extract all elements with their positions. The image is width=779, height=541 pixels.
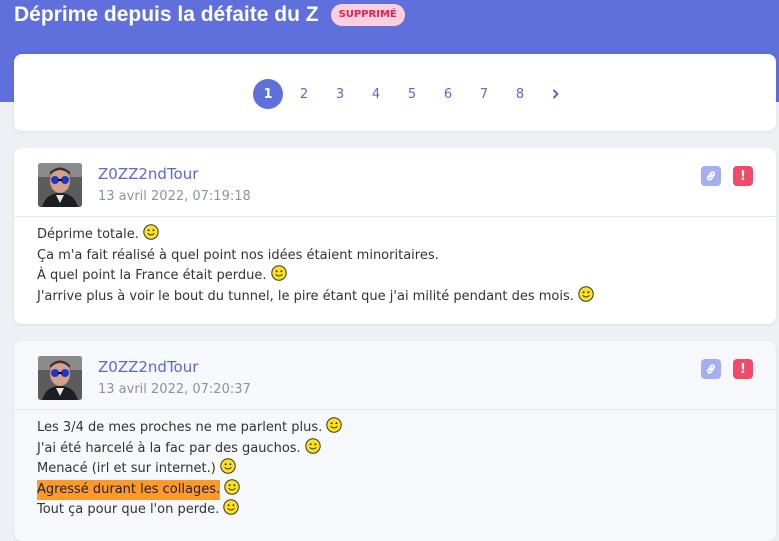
post-author[interactable]: Z0ZZ2ndTour — [98, 358, 198, 376]
post-line-text: Menacé (irl et sur internet.) — [37, 461, 216, 476]
avatar-image — [38, 356, 82, 400]
post-line: Tout ça pour que l'on perde. — [37, 499, 753, 521]
post-line-text-highlighted: Agressé durant les collages. — [37, 479, 221, 500]
page-button-3[interactable]: 3 — [325, 79, 355, 109]
post-date: 13 avril 2022, 07:20:37 — [98, 382, 251, 397]
smiley-icon — [270, 265, 287, 281]
pagination-card: 1 2 3 4 5 6 7 8 — [14, 54, 776, 131]
permalink-button[interactable] — [701, 166, 721, 186]
pagination: 1 2 3 4 5 6 7 8 — [253, 79, 577, 109]
page-button-5[interactable]: 5 — [397, 79, 427, 109]
post-card: Z0ZZ2ndTour 13 avril 2022, 07:20:37 ! Le… — [14, 341, 776, 541]
smiley-icon — [143, 224, 159, 240]
smiley-icon — [304, 438, 321, 454]
post-line-text: Les 3/4 de mes proches ne me parlent plu… — [37, 420, 323, 435]
smiley-icon — [326, 417, 342, 433]
post-line: Agressé durant les collages. — [37, 479, 753, 500]
post-author[interactable]: Z0ZZ2ndTour — [98, 165, 198, 183]
exclamation-icon: ! — [740, 361, 746, 377]
permalink-button[interactable] — [701, 359, 721, 379]
post-card: Z0ZZ2ndTour 13 avril 2022, 07:19:18 ! Dé… — [14, 148, 776, 324]
post-line: Ça m'a fait réalisé à quel point nos idé… — [37, 246, 753, 267]
post-body: Les 3/4 de mes proches ne me parlent plu… — [14, 410, 776, 533]
post-line: Menacé (irl et sur internet.) — [37, 458, 753, 480]
page-button-8[interactable]: 8 — [505, 79, 535, 109]
smiley-icon — [220, 458, 236, 474]
post-line-text: Tout ça pour que l'on perde. — [37, 502, 220, 517]
post-date: 13 avril 2022, 07:19:18 — [98, 189, 251, 204]
avatar[interactable] — [38, 356, 82, 400]
post-body: Déprime totale. Ça m'a fait réalisé à qu… — [14, 217, 776, 319]
smiley-icon — [578, 286, 594, 302]
smiley-icon — [224, 479, 240, 495]
post-line: J'arrive plus à voir le bout du tunnel, … — [37, 286, 753, 308]
link-icon — [706, 364, 716, 374]
page-title-text: Déprime depuis la défaite du Z — [14, 3, 319, 26]
page-button-4[interactable]: 4 — [361, 79, 391, 109]
post-header: Z0ZZ2ndTour 13 avril 2022, 07:19:18 ! — [14, 148, 776, 217]
post-line: Les 3/4 de mes proches ne me parlent plu… — [37, 417, 753, 439]
page-button-2[interactable]: 2 — [289, 79, 319, 109]
chevron-right-icon — [553, 89, 559, 99]
report-button[interactable]: ! — [733, 359, 753, 379]
exclamation-icon: ! — [740, 168, 746, 184]
post-line-text: J'ai été harcelé à la fac par des gaucho… — [37, 440, 301, 456]
post-line-text: Déprime totale. — [37, 227, 139, 242]
avatar[interactable] — [38, 163, 82, 207]
link-icon — [706, 171, 716, 181]
post-line: Déprime totale. — [37, 224, 753, 246]
page-button-6[interactable]: 6 — [433, 79, 463, 109]
report-button[interactable]: ! — [733, 166, 753, 186]
status-badge: SUPPRIMÉ — [330, 4, 405, 26]
page-button-1[interactable]: 1 — [253, 79, 283, 109]
smiley-icon — [223, 499, 239, 515]
avatar-image — [38, 163, 82, 207]
post-line: J'ai été harcelé à la fac par des gaucho… — [37, 438, 753, 460]
page-button-7[interactable]: 7 — [469, 79, 499, 109]
post-line-text: À quel point la France était perdue. — [37, 268, 267, 283]
post-header: Z0ZZ2ndTour 13 avril 2022, 07:20:37 ! — [14, 341, 776, 410]
post-line: À quel point la France était perdue. — [37, 265, 753, 287]
post-line-text: J'arrive plus à voir le bout du tunnel, … — [37, 288, 574, 304]
page-title: Déprime depuis la défaite du Z SUPPRIMÉ — [14, 3, 405, 27]
post-line-text: Ça m'a fait réalisé à quel point nos idé… — [37, 247, 439, 263]
next-page-button[interactable] — [541, 79, 571, 109]
